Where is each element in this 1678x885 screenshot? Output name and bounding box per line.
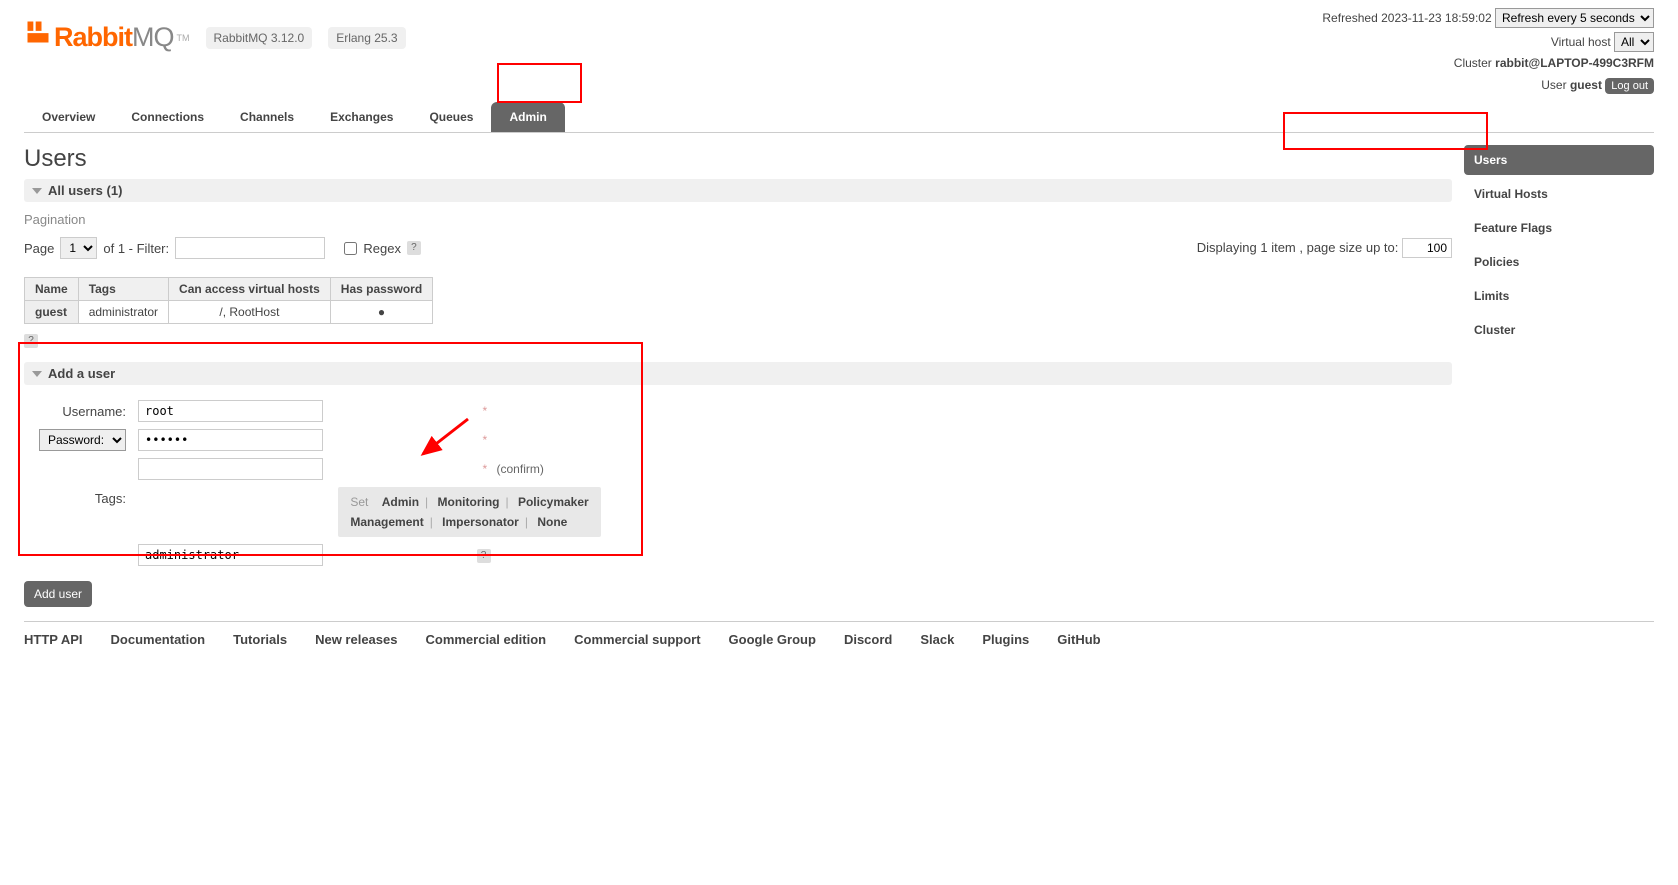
refresh-interval-select[interactable]: Refresh every 5 seconds [1495,8,1654,28]
caret-down-icon [32,371,42,377]
username-input[interactable] [138,400,323,422]
set-label: Set [350,495,368,509]
th-name[interactable]: Name [25,278,79,301]
footer-google-group[interactable]: Google Group [729,632,816,647]
required-marker: * [477,404,494,418]
footer-http-api[interactable]: HTTP API [24,632,83,647]
cluster-value: rabbit@LAPTOP-499C3RFM [1495,56,1654,70]
tag-none-link[interactable]: None [537,515,567,529]
username-label: Username: [24,398,134,424]
logout-button[interactable]: Log out [1605,78,1654,94]
password-input[interactable] [138,429,323,451]
add-user-form: Username: * Password: * * (confirm) Tags… [24,395,605,571]
logo-tm: TM [177,33,190,43]
help-icon[interactable]: ? [477,549,491,563]
main-nav: Overview Connections Channels Exchanges … [24,102,1654,133]
page-label: Page [24,241,54,256]
footer-tutorials[interactable]: Tutorials [233,632,287,647]
confirm-label: (confirm) [497,462,544,476]
cell-name: guest [25,301,79,324]
refreshed-time: 2023-11-23 18:59:02 [1381,11,1492,25]
logo-text: RabbitMQ [54,22,174,53]
refreshed-label: Refreshed [1322,11,1377,25]
cell-access: /, RootHost [169,301,331,324]
sidebar-cluster[interactable]: Cluster [1464,315,1654,345]
section-all-users[interactable]: All users (1) [24,179,1452,202]
help-icon[interactable]: ? [24,334,38,348]
help-icon[interactable]: ? [407,241,421,255]
nav-connections[interactable]: Connections [113,102,222,132]
admin-sidebar: Users Virtual Hosts Feature Flags Polici… [1464,145,1654,607]
sidebar-users[interactable]: Users [1464,145,1654,175]
password-confirm-input[interactable] [138,458,323,480]
footer-github[interactable]: GitHub [1057,632,1100,647]
add-user-button[interactable]: Add user [24,581,92,607]
vhost-label: Virtual host [1551,35,1611,49]
all-users-label: All users (1) [48,183,122,198]
add-user-label: Add a user [48,366,115,381]
sidebar-vhosts[interactable]: Virtual Hosts [1464,179,1654,209]
footer-discord[interactable]: Discord [844,632,892,647]
th-access[interactable]: Can access virtual hosts [169,278,331,301]
nav-admin[interactable]: Admin [491,102,564,132]
tags-input[interactable] [138,544,323,566]
section-add-user[interactable]: Add a user [24,362,1452,385]
footer-links: HTTP API Documentation Tutorials New rel… [24,621,1654,647]
displaying-label: Displaying 1 item , page size up to: [1197,240,1399,255]
tag-management-link[interactable]: Management [350,515,423,529]
cell-tags: administrator [78,301,168,324]
th-tags[interactable]: Tags [78,278,168,301]
footer-documentation[interactable]: Documentation [111,632,206,647]
sidebar-feature-flags[interactable]: Feature Flags [1464,213,1654,243]
footer-commercial-support[interactable]: Commercial support [574,632,700,647]
tag-admin-link[interactable]: Admin [382,495,419,509]
regex-label: Regex [363,241,401,256]
footer-commercial-edition[interactable]: Commercial edition [425,632,546,647]
sidebar-policies[interactable]: Policies [1464,247,1654,277]
regex-checkbox[interactable] [344,242,357,255]
users-table: Name Tags Can access virtual hosts Has p… [24,277,433,324]
tags-preset-panel: Set Admin| Monitoring| Policymaker Manag… [338,487,600,537]
tag-policymaker-link[interactable]: Policymaker [518,495,589,509]
required-marker: * [477,462,494,476]
password-type-select[interactable]: Password: [39,429,126,451]
rabbit-icon [24,18,52,53]
tag-monitoring-link[interactable]: Monitoring [438,495,500,509]
table-row[interactable]: guest administrator /, RootHost ● [25,301,433,324]
sidebar-limits[interactable]: Limits [1464,281,1654,311]
nav-queues[interactable]: Queues [411,102,491,132]
caret-down-icon [32,188,42,194]
user-value: guest [1570,78,1602,92]
tags-label: Tags: [24,485,134,539]
rabbitmq-version-badge: RabbitMQ 3.12.0 [206,27,313,49]
rabbitmq-logo[interactable]: RabbitMQ TM [24,22,190,53]
vhost-select[interactable]: All [1614,32,1654,52]
pagination-heading: Pagination [24,212,1452,227]
footer-slack[interactable]: Slack [920,632,954,647]
cluster-label: Cluster [1454,56,1492,70]
nav-channels[interactable]: Channels [222,102,312,132]
required-marker: * [477,433,494,447]
tag-impersonator-link[interactable]: Impersonator [442,515,519,529]
nav-overview[interactable]: Overview [24,102,113,132]
erlang-version-badge: Erlang 25.3 [328,27,405,49]
user-label: User [1541,78,1566,92]
nav-exchanges[interactable]: Exchanges [312,102,411,132]
page-title: Users [24,145,1452,173]
of-label: of 1 - Filter: [103,241,169,256]
th-password[interactable]: Has password [330,278,432,301]
page-size-input[interactable] [1402,238,1452,258]
cell-password: ● [330,301,432,324]
filter-input[interactable] [175,237,325,259]
page-select[interactable]: 1 [60,237,97,259]
footer-plugins[interactable]: Plugins [982,632,1029,647]
footer-new-releases[interactable]: New releases [315,632,397,647]
